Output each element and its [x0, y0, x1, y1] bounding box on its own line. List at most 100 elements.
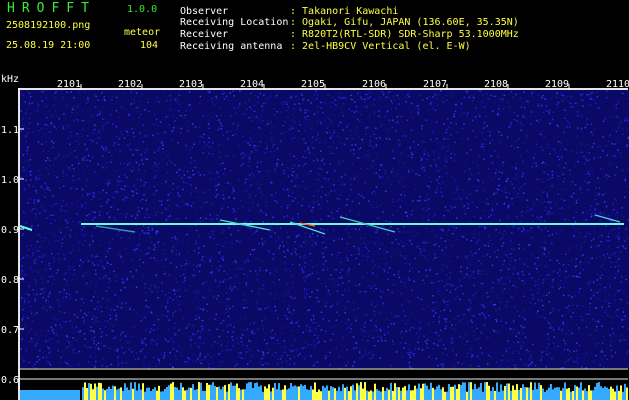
noise-dot [272, 144, 274, 147]
noise-dot [182, 170, 185, 173]
noise-dot [479, 232, 481, 235]
noise-dot [502, 165, 504, 167]
noise-dot [375, 153, 378, 156]
noise-dot [624, 247, 627, 250]
noise-dot [404, 286, 406, 288]
noise-dot [373, 220, 375, 222]
noise-dot [617, 271, 619, 273]
noise-dot [344, 289, 346, 291]
noise-dot [360, 194, 362, 197]
noise-dot [265, 214, 268, 216]
noise-dot [231, 247, 233, 249]
noise-dot [68, 360, 71, 362]
noise-dot [260, 115, 262, 117]
noise-dot [164, 90, 166, 93]
noise-dot [468, 168, 471, 170]
noise-dot [181, 354, 183, 357]
noise-dot [272, 258, 274, 260]
noise-dot [468, 326, 470, 329]
noise-dot [130, 149, 132, 151]
noise-dot [22, 329, 25, 331]
noise-dot [473, 215, 476, 218]
noise-dot [569, 274, 571, 277]
noise-dot [366, 94, 368, 96]
noise-dot [608, 257, 610, 259]
noise-dot [560, 253, 562, 255]
noise-dot [73, 273, 76, 276]
noise-dot [26, 160, 28, 162]
noise-dot [335, 104, 337, 106]
noise-dot [508, 253, 510, 255]
noise-dot [521, 215, 523, 217]
noise-dot [212, 295, 215, 298]
noise-dot [317, 133, 319, 136]
noise-dot [470, 319, 472, 321]
noise-dot [403, 162, 405, 164]
noise-dot [531, 361, 533, 363]
noise-dot [429, 270, 431, 272]
noise-dot [340, 106, 343, 108]
noise-dot [274, 351, 277, 354]
noise-dot [588, 105, 590, 107]
noise-dot [384, 340, 387, 342]
noise-dot [244, 262, 246, 264]
noise-dot [574, 102, 576, 104]
noise-dot [92, 156, 94, 158]
noise-dot [43, 207, 45, 209]
noise-dot [128, 348, 131, 351]
noise-dot [465, 333, 467, 336]
noise-dot [565, 162, 567, 164]
noise-dot [187, 105, 189, 107]
noise-dot [261, 238, 263, 240]
noise-dot [253, 175, 255, 177]
noise-dot [280, 238, 282, 240]
noise-dot [441, 229, 444, 231]
noise-dot [148, 288, 151, 290]
noise-dot [551, 271, 554, 273]
noise-dot [108, 286, 110, 289]
noise-dot [209, 90, 211, 93]
noise-dot [582, 105, 584, 107]
noise-dot [480, 217, 482, 219]
noise-dot [202, 329, 205, 331]
noise-dot [85, 159, 88, 161]
noise-dot [274, 232, 276, 234]
noise-dot [513, 187, 515, 189]
noise-dot [261, 105, 263, 107]
noise-dot [373, 252, 375, 255]
noise-dot [338, 160, 340, 162]
noise-dot [447, 300, 449, 303]
noise-dot [438, 245, 440, 248]
noise-dot [248, 339, 250, 342]
noise-dot [258, 170, 260, 173]
noise-dot [98, 244, 100, 247]
noise-dot [490, 301, 492, 303]
noise-dot [56, 161, 59, 163]
noise-dot [157, 241, 160, 243]
noise-dot [386, 110, 389, 113]
noise-dot [227, 100, 230, 102]
noise-dot [52, 332, 55, 334]
noise-dot [405, 330, 407, 333]
noise-dot [37, 224, 39, 227]
noise-dot [111, 338, 114, 341]
noise-dot [78, 178, 80, 180]
noise-dot [201, 320, 204, 322]
noise-dot [429, 269, 431, 271]
noise-dot [518, 277, 520, 280]
noise-dot [167, 194, 170, 196]
noise-dot [203, 191, 206, 194]
noise-dot [560, 114, 563, 116]
noise-dot [508, 192, 510, 195]
noise-dot [157, 245, 159, 247]
noise-dot [227, 341, 229, 343]
noise-dot [172, 315, 174, 317]
noise-dot [624, 119, 626, 121]
noise-dot [72, 220, 74, 223]
noise-dot [311, 272, 314, 275]
noise-dot [384, 207, 386, 209]
noise-dot [172, 312, 174, 314]
noise-dot [590, 123, 593, 125]
noise-dot [522, 317, 524, 319]
noise-dot [163, 91, 165, 94]
